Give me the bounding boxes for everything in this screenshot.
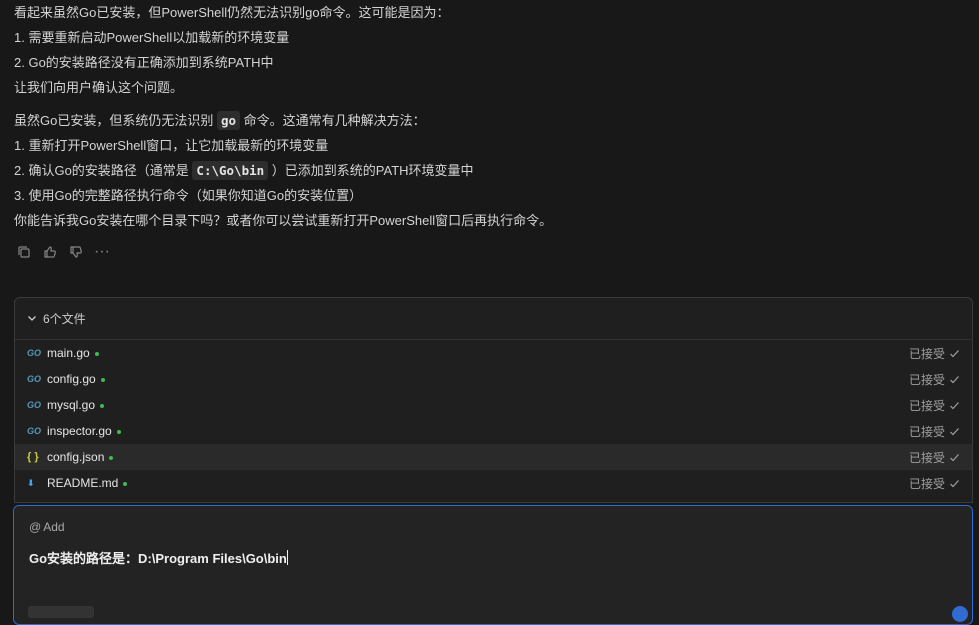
file-status: 已接受	[909, 397, 960, 414]
status-label: 已接受	[908, 372, 945, 387]
message-text: ）已添加到系统的PATH环境变量中	[271, 163, 474, 178]
inline-code: C:\Go\bin	[192, 161, 269, 180]
add-label: Add	[43, 520, 65, 534]
files-count-label: 6个文件	[43, 312, 86, 326]
chat-input-value: Go安装的路径是：D:\Program Files\Go\bin	[29, 551, 287, 566]
modified-dot	[123, 481, 128, 486]
message-text: 虽然Go已安装，但系统仍无法识别	[14, 113, 214, 128]
markdown-file-icon: ⬇	[27, 477, 35, 488]
go-file-icon: GO	[27, 374, 42, 384]
json-file-icon: { }	[27, 451, 39, 463]
file-row-readme-md[interactable]: ⬇ README.md 已接受	[15, 470, 972, 496]
file-name: README.md	[47, 476, 119, 490]
file-status: 已接受	[909, 449, 960, 466]
modified-dot	[100, 403, 105, 408]
assistant-message: 看起来虽然Go已安装，但PowerShell仍然无法识别go命令。这可能是因为：…	[14, 0, 964, 233]
status-label: 已接受	[908, 398, 945, 413]
modified-dot	[116, 429, 121, 434]
message-line: 3. 使用Go的完整路径执行命令（如果你知道Go的安装位置）	[14, 188, 363, 203]
file-row-config-json[interactable]: { } config.json 已接受	[15, 444, 972, 470]
text-caret	[286, 550, 288, 565]
check-icon	[950, 427, 959, 435]
file-name: config.json	[47, 450, 105, 464]
check-icon	[950, 349, 959, 357]
check-icon	[950, 453, 959, 461]
at-icon: @	[29, 520, 42, 534]
message-line: 让我们向用户确认这个问题。	[14, 80, 184, 95]
message-line: 2. Go的安装路径没有正确添加到系统PATH中	[14, 55, 274, 70]
message-line: 1. 重新打开PowerShell窗口，让它加载最新的环境变量	[14, 138, 329, 153]
chat-composer[interactable]: @ Add Go安装的路径是：D:\Program Files\Go\bin	[13, 505, 973, 625]
file-name: inspector.go	[47, 424, 112, 438]
files-header[interactable]: 6个文件	[15, 298, 972, 340]
file-status: 已接受	[909, 475, 960, 492]
mode-selector[interactable]	[28, 606, 94, 618]
modified-dot	[109, 455, 114, 460]
file-name: mysql.go	[47, 398, 96, 412]
changed-files-panel: 6个文件 GO main.go 已接受 GO config.go 已接受 GO …	[14, 297, 973, 503]
add-context-button[interactable]: @ Add	[29, 520, 65, 534]
go-file-icon: GO	[27, 400, 42, 410]
file-row-config-go[interactable]: GO config.go 已接受	[15, 366, 972, 392]
file-row-mysql-go[interactable]: GO mysql.go 已接受	[15, 392, 972, 418]
check-icon	[950, 401, 959, 409]
check-icon	[950, 375, 959, 383]
more-icon[interactable]: ···	[94, 243, 110, 260]
go-file-icon: GO	[27, 348, 42, 358]
message-actions: ···	[16, 243, 110, 260]
message-line: 2. 确认Go的安装路径（通常是 C:\Go\bin ）已添加到系统的PATH环…	[14, 158, 964, 183]
message-text: 2. 确认Go的安装路径（通常是	[14, 163, 189, 178]
message-line: 1. 需要重新启动PowerShell以加载新的环境变量	[14, 30, 290, 45]
message-line: 看起来虽然Go已安装，但PowerShell仍然无法识别go命令。这可能是因为：	[14, 5, 450, 20]
status-label: 已接受	[908, 346, 945, 361]
file-name: config.go	[47, 372, 96, 386]
file-status: 已接受	[909, 345, 960, 362]
file-row-inspector-go[interactable]: GO inspector.go 已接受	[15, 418, 972, 444]
file-status: 已接受	[909, 423, 960, 440]
send-icon[interactable]	[952, 606, 968, 622]
thumbs-up-icon[interactable]	[42, 244, 58, 260]
thumbs-down-icon[interactable]	[68, 244, 84, 260]
file-row-main-go[interactable]: GO main.go 已接受	[15, 340, 972, 366]
modified-dot	[94, 351, 99, 356]
file-name: main.go	[47, 346, 90, 360]
message-text: 命令。这通常有几种解决方法：	[243, 113, 426, 128]
inline-code: go	[216, 111, 241, 130]
copy-icon[interactable]	[16, 244, 32, 260]
status-label: 已接受	[908, 424, 945, 439]
check-icon	[950, 479, 959, 487]
chevron-down-icon	[27, 312, 37, 326]
file-status: 已接受	[909, 371, 960, 388]
status-label: 已接受	[908, 450, 945, 465]
message-line: 你能告诉我Go安装在哪个目录下吗？或者你可以尝试重新打开PowerShell窗口…	[14, 213, 553, 228]
message-line: 虽然Go已安装，但系统仍无法识别 go 命令。这通常有几种解决方法：	[14, 108, 964, 133]
chat-input[interactable]: Go安装的路径是：D:\Program Files\Go\bin	[29, 548, 288, 567]
go-file-icon: GO	[27, 426, 42, 436]
status-label: 已接受	[908, 476, 945, 491]
modified-dot	[100, 377, 105, 382]
